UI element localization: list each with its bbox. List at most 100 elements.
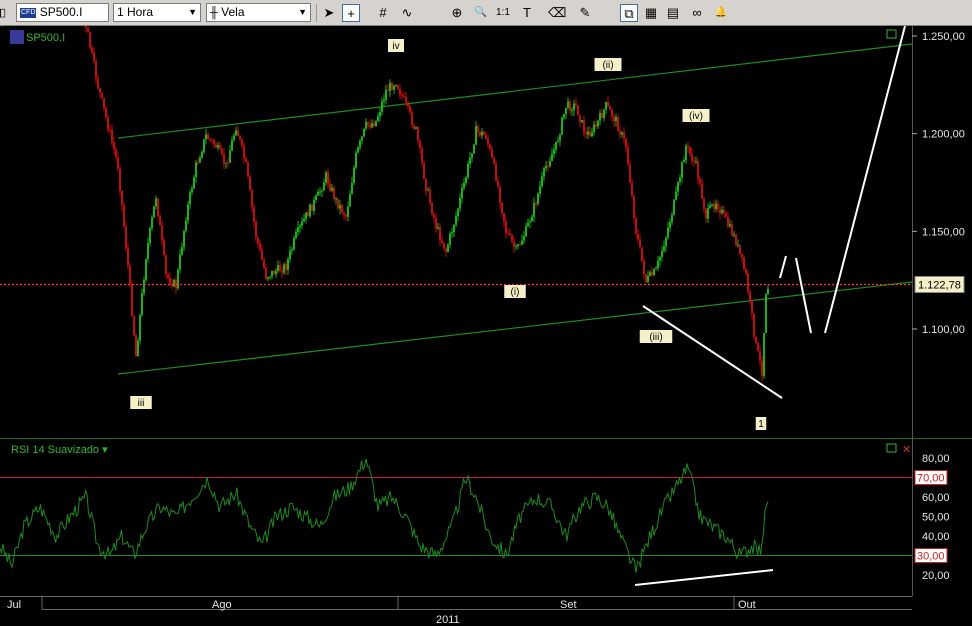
magnet-icon[interactable]: ⧉: [620, 4, 638, 22]
alert-bell-icon[interactable]: 🔔: [712, 4, 730, 22]
candle-body: [99, 88, 101, 93]
candle-body: [473, 144, 475, 154]
eraser-icon[interactable]: ⌫: [548, 4, 566, 22]
candle-body: [415, 127, 417, 129]
candle-body: [145, 259, 147, 281]
wave-label[interactable]: 1: [758, 419, 764, 430]
candle-body: [371, 123, 373, 128]
candle-body: [403, 95, 405, 97]
candle-body: [705, 209, 707, 219]
candle-body: [679, 177, 681, 183]
symbol-input[interactable]: CFD SP500.I: [16, 3, 109, 22]
wave-label[interactable]: iii: [138, 398, 145, 409]
candle-body: [595, 124, 597, 127]
candle-body: [499, 186, 501, 203]
pointer-icon[interactable]: ➤: [320, 4, 338, 22]
wave-label[interactable]: (i): [511, 287, 520, 298]
candle-body: [507, 232, 509, 234]
candle-body: [345, 215, 347, 217]
candle-body: [201, 151, 203, 158]
grid-tool-icon[interactable]: #: [374, 4, 392, 22]
candle-body: [229, 150, 231, 163]
candle-body: [399, 88, 401, 95]
indicator-icon[interactable]: ▦: [642, 4, 660, 22]
wave-label[interactable]: (iii): [649, 332, 662, 343]
current-price-label: 1.122,78: [918, 280, 961, 292]
candle-body: [325, 172, 327, 183]
candle-body: [135, 335, 137, 357]
candle-body: [727, 217, 729, 227]
rsi-axis-tick-label: 80,00: [922, 453, 950, 465]
candle-body: [747, 273, 749, 292]
time-axis[interactable]: Jul Ago Set Out 2011: [0, 596, 972, 626]
wave-label[interactable]: (iv): [689, 111, 703, 122]
candle-body: [707, 208, 709, 219]
candle-body: [567, 101, 569, 108]
close-panel-icon[interactable]: ✕: [902, 444, 911, 456]
candle-body: [617, 117, 619, 131]
candle-body: [223, 153, 225, 164]
candle-body: [173, 279, 175, 287]
candle-body: [257, 237, 259, 244]
candle-body: [743, 257, 745, 270]
candle-body: [587, 131, 589, 135]
chart-style-select[interactable]: ╫ Vela ▼: [206, 3, 311, 22]
candle-body: [735, 234, 737, 246]
candle-body: [533, 203, 535, 217]
candle-body: [277, 265, 279, 271]
candle-body: [619, 130, 621, 135]
candle-body: [545, 165, 547, 169]
candle-body: [181, 246, 183, 255]
candle-body: [763, 332, 765, 376]
zoom-box-icon[interactable]: ⊕: [448, 4, 466, 22]
candle-body: [687, 145, 689, 147]
candle-body: [491, 149, 493, 158]
candle-body: [291, 248, 293, 251]
rsi-title[interactable]: RSI 14 Suavizado ▾: [11, 444, 108, 456]
candle-body: [429, 189, 431, 203]
candle-body: [575, 103, 577, 106]
window-menu-icon[interactable]: ◧: [0, 4, 10, 22]
text-tool-icon[interactable]: T: [518, 4, 536, 22]
candle-body: [243, 145, 245, 159]
candle-body: [241, 139, 243, 146]
candle-body: [143, 280, 145, 294]
rsi-panel[interactable]: RSI 14 Suavizado ▾ ✕ 80,00 60,00 50,00 40,00 2…: [0, 439, 950, 596]
candle-body: [317, 191, 319, 196]
candle-body: [625, 138, 627, 148]
rsi-level-label: 30,00: [917, 551, 945, 563]
crosshair-icon[interactable]: +: [342, 4, 360, 22]
wave-tool-icon[interactable]: ∿: [398, 4, 416, 22]
candle-body: [195, 162, 197, 178]
chart-area[interactable]: 1.250,00 1.200,00 1.150,00 1.100,00 1.122,78…: [0, 26, 972, 626]
candle-body: [539, 186, 541, 194]
candle-body: [215, 144, 217, 148]
wave-label[interactable]: (ii): [602, 60, 613, 71]
zoom-reset-icon[interactable]: 1:1: [494, 4, 512, 22]
candle-body: [761, 360, 763, 376]
link-icon[interactable]: ∞: [688, 4, 706, 22]
template-icon[interactable]: ▤: [664, 4, 682, 22]
candle-body: [635, 218, 637, 234]
interval-select[interactable]: 1 Hora ▼: [113, 3, 201, 22]
pen-icon[interactable]: ✎: [576, 4, 594, 22]
candle-body: [755, 336, 757, 343]
candle-body: [401, 94, 403, 96]
zoom-icon[interactable]: 🔍: [472, 4, 490, 22]
candle-body: [537, 193, 539, 205]
candle-body: [349, 193, 351, 207]
candle-body: [147, 243, 149, 260]
candle-body: [597, 120, 599, 127]
candle-body: [409, 106, 411, 113]
wave-label[interactable]: iv: [392, 41, 399, 52]
candle-body: [561, 117, 563, 135]
candle-body: [183, 230, 185, 247]
candle-body: [125, 226, 127, 249]
candle-body: [161, 225, 163, 241]
candle-body: [451, 232, 453, 234]
cfd-badge-icon: CFD: [20, 7, 37, 18]
candle-body: [449, 233, 451, 245]
candle-body: [361, 136, 363, 141]
candle-body: [589, 131, 591, 137]
candle-body: [141, 293, 143, 315]
